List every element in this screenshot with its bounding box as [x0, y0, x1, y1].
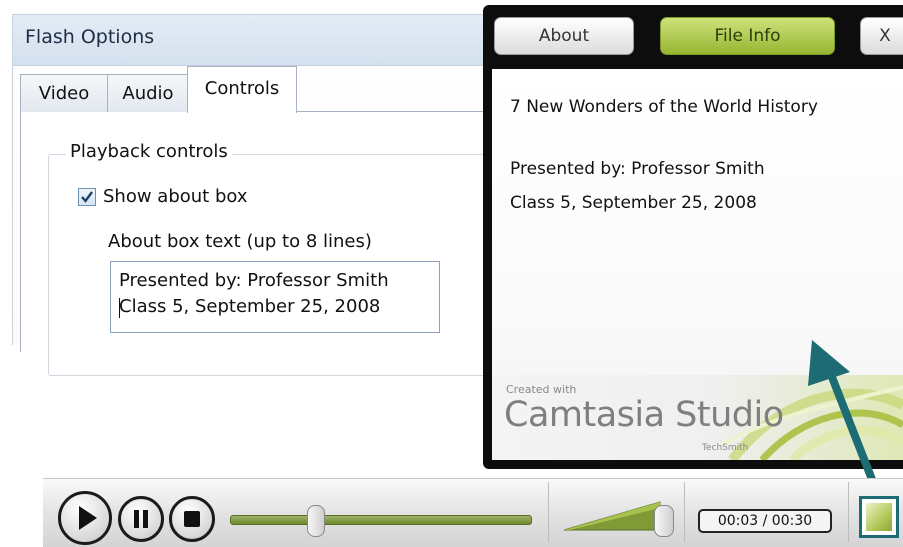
tab-controls-label: Controls — [204, 78, 280, 99]
close-button[interactable]: X — [860, 17, 903, 55]
about-line: Presented by: Professor Smith — [510, 159, 765, 179]
about-box-textarea[interactable]: Presented by: Professor Smith Class 5, S… — [110, 261, 440, 333]
seek-bar-thumb[interactable] — [307, 505, 325, 537]
textarea-line: Presented by: Professor Smith — [119, 270, 389, 291]
show-about-box-checkbox[interactable] — [78, 188, 96, 206]
volume-thumb[interactable] — [654, 505, 674, 537]
tab-audio[interactable]: Audio — [107, 74, 189, 112]
tab-controls[interactable]: Controls — [187, 66, 297, 113]
stop-icon — [184, 511, 200, 527]
textarea-line: Class 5, September 25, 2008 — [119, 296, 381, 317]
play-icon — [79, 506, 97, 530]
tab-audio-label: Audio — [122, 83, 174, 104]
about-box-text-label: About box text (up to 8 lines) — [108, 231, 372, 252]
stop-button[interactable] — [169, 496, 215, 542]
close-icon: X — [879, 26, 891, 46]
about-button[interactable]: About — [494, 17, 634, 55]
camtasia-studio-logo: Camtasia Studio — [504, 395, 784, 435]
info-toggle-icon — [866, 503, 892, 531]
camtasia-branding: Created with Camtasia Studio TechSmith — [492, 375, 903, 460]
controlbar-divider — [848, 482, 849, 542]
file-info-button-label: File Info — [714, 26, 781, 46]
show-about-box-label: Show about box — [103, 186, 248, 207]
dialog-titlebar: Flash Options — [13, 15, 491, 66]
playback-controls-group-label: Playback controls — [66, 141, 232, 162]
about-line: Class 5, September 25, 2008 — [510, 193, 757, 213]
about-panel: About File Info X 7 New Wonders of the W… — [483, 5, 903, 469]
pause-icon — [134, 510, 148, 528]
pause-button[interactable] — [118, 496, 164, 542]
about-panel-body: 7 New Wonders of the World History Prese… — [492, 69, 903, 460]
text-caret — [119, 298, 120, 318]
about-title-line: 7 New Wonders of the World History — [510, 97, 818, 117]
dialog-title: Flash Options — [25, 26, 155, 48]
controlbar-divider — [684, 482, 685, 542]
tab-video-label: Video — [38, 83, 90, 104]
play-button[interactable] — [58, 491, 112, 545]
about-button-label: About — [538, 26, 590, 46]
controlbar-divider — [548, 482, 549, 542]
techsmith-logo: TechSmith — [702, 443, 749, 453]
checkmark-icon — [81, 191, 93, 203]
seek-bar[interactable] — [230, 515, 532, 525]
time-display: 00:03 / 00:30 — [698, 509, 832, 533]
tab-video[interactable]: Video — [20, 74, 108, 112]
file-info-button[interactable]: File Info — [660, 17, 835, 55]
info-panel-toggle-button[interactable] — [859, 496, 899, 538]
